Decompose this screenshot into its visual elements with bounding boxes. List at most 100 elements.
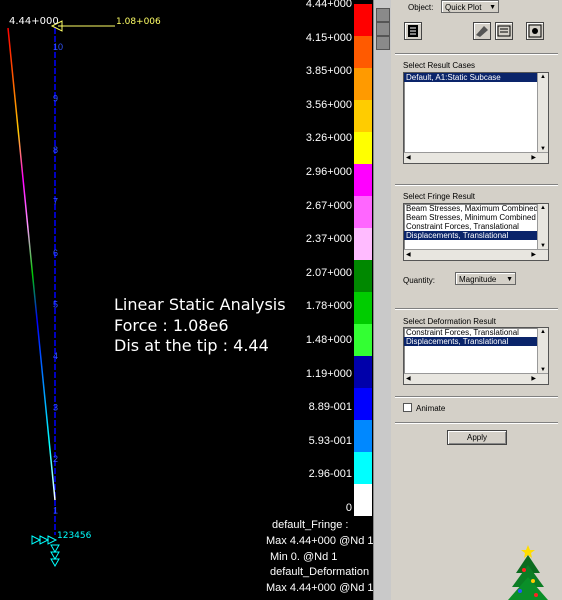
scale-label: 3.26+000 [305, 132, 352, 145]
display-attributes-icon[interactable] [404, 22, 422, 40]
result-cases-items: Default, A1:Static Subcase [404, 73, 548, 82]
list-item[interactable]: Constraint Forces, Translational [404, 328, 548, 337]
graphics-viewport[interactable]: 10 9 8 7 6 5 4 3 2 1 4.44+000 1.08+006 123456 Lin… [0, 0, 390, 600]
scrollbar-thumb-2[interactable] [376, 22, 390, 36]
scroll-right-icon[interactable]: ▶ [531, 375, 536, 382]
quantity-dropdown[interactable]: Magnitude ▼ [455, 272, 516, 285]
scroll-left-icon[interactable]: ◀ [406, 154, 411, 161]
constraint-label: 123456 [57, 531, 92, 541]
result-cases-title: Select Result Cases [403, 61, 476, 70]
animate-label: Animate [416, 404, 446, 413]
color-bar-segment [354, 196, 372, 228]
deformation-result-listbox[interactable]: Constraint Forces, Translational Displace… [403, 327, 549, 385]
scale-label: 1.19+000 [305, 367, 352, 380]
apply-button[interactable]: Apply [447, 430, 507, 445]
scale-label: 3.56+000 [305, 98, 352, 111]
chevron-down-icon: ▼ [506, 276, 513, 283]
listbox-vscroll[interactable]: ▲ ▼ [537, 328, 548, 374]
node-number: 5 [53, 300, 58, 310]
scroll-right-icon[interactable]: ▶ [531, 154, 536, 161]
list-item[interactable]: Displacements, Translational [404, 337, 548, 346]
listbox-vscroll[interactable]: ▲ ▼ [537, 204, 548, 250]
color-bar-segment [354, 484, 372, 516]
color-bar-segment [354, 4, 372, 36]
color-bar-segment [354, 68, 372, 100]
scale-label: 2.67+000 [305, 199, 352, 212]
animate-checkbox[interactable] [403, 403, 412, 412]
deformed-beam [7, 27, 56, 501]
scale-label: 2.37+000 [305, 233, 352, 246]
panel-separator [395, 422, 558, 424]
scale-label: 2.07+000 [305, 266, 352, 279]
node-number: 9 [53, 94, 58, 104]
scroll-right-icon[interactable]: ▶ [531, 251, 536, 258]
quantity-dropdown-value: Magnitude [459, 275, 497, 284]
status-fringe-max: Max 4.44+000 @Nd 11 [266, 535, 379, 547]
plot-options-glyph [497, 25, 511, 37]
panel-separator [395, 396, 558, 398]
scroll-up-icon[interactable]: ▲ [540, 74, 546, 80]
scale-label: 8.89-001 [308, 401, 352, 414]
color-bar-segment [354, 292, 372, 324]
target-entities-icon[interactable] [473, 22, 491, 40]
fringe-result-listbox[interactable]: Beam Stresses, Maximum Combined Beam Stre… [403, 203, 549, 261]
annotation-line-3: Dis at the tip : 4.44 [114, 336, 269, 355]
viewport-scrollbar[interactable] [373, 0, 391, 600]
constraint-symbol [31, 535, 60, 568]
status-deformation-max: Max 4.44+000 @Nd 11 [266, 582, 379, 594]
node-number: 1 [53, 506, 58, 516]
color-bar-segment [354, 228, 372, 260]
scale-label: 3.85+000 [305, 65, 352, 78]
annotation-line-1: Linear Static Analysis [114, 295, 286, 314]
tip-displacement-label: 4.44+000 [9, 16, 59, 27]
listbox-hscroll[interactable]: ◀ ▶ [404, 373, 548, 384]
scrollbar-thumb-3[interactable] [376, 36, 390, 50]
target-entities-glyph [476, 26, 488, 37]
listbox-hscroll[interactable]: ◀ ▶ [404, 249, 548, 260]
scroll-left-icon[interactable]: ◀ [406, 375, 411, 382]
scroll-left-icon[interactable]: ◀ [406, 251, 411, 258]
deformation-result-items: Constraint Forces, Translational Displace… [404, 328, 548, 346]
object-label: Object: [408, 3, 434, 12]
scale-label: 2.96-001 [308, 468, 352, 481]
fringe-result-title: Select Fringe Result [403, 192, 476, 201]
color-bar-segment [354, 324, 372, 356]
listbox-vscroll[interactable]: ▲ ▼ [537, 73, 548, 153]
color-bar-segment [354, 132, 372, 164]
animation-options-icon[interactable] [526, 22, 544, 40]
object-dropdown[interactable]: Quick Plot ▼ [441, 0, 499, 13]
list-item[interactable]: Beam Stresses, Maximum Combined [404, 204, 548, 213]
panel-separator [395, 308, 558, 310]
color-bar-segment [354, 388, 372, 420]
scroll-up-icon[interactable]: ▲ [540, 329, 546, 335]
list-item[interactable]: Beam Stresses, Minimum Combined [404, 213, 548, 222]
status-deformation-title: default_Deformation [270, 566, 370, 578]
node-number: 8 [53, 145, 58, 155]
christmas-tree-icon [508, 545, 548, 600]
list-item[interactable]: Default, A1:Static Subcase [404, 73, 548, 82]
panel-separator [395, 184, 558, 186]
node-number: 7 [53, 197, 58, 207]
scale-label: 0 [345, 502, 352, 514]
plot-options-icon[interactable] [495, 22, 513, 40]
fringe-color-bar [354, 4, 372, 516]
status-fringe-min: Min 0. @Nd 1 [270, 551, 338, 563]
scale-label: 1.78+000 [305, 300, 352, 313]
scale-label: 2.96+000 [305, 166, 352, 178]
node-number: 3 [53, 403, 58, 413]
color-bar-segment [354, 164, 372, 196]
color-bar-segment [354, 100, 372, 132]
scroll-up-icon[interactable]: ▲ [540, 205, 546, 211]
chevron-down-icon: ▼ [489, 4, 496, 11]
color-bar-segment [354, 260, 372, 292]
result-cases-listbox[interactable]: Default, A1:Static Subcase ▲ ▼ ◀ ▶ [403, 72, 549, 164]
scrollbar-thumb-top[interactable] [376, 8, 390, 22]
status-fringe-title: default_Fringe : [272, 519, 349, 531]
list-item[interactable]: Displacements, Translational [404, 231, 548, 240]
listbox-hscroll[interactable]: ◀ ▶ [404, 152, 548, 163]
color-bar-segment [354, 36, 372, 68]
list-item[interactable]: Constraint Forces, Translational [404, 222, 548, 231]
results-control-panel: Object: Quick Plot ▼ Select Result Cases… [391, 0, 562, 600]
color-bar-segment [354, 356, 372, 388]
node-number: 10 [53, 42, 63, 52]
